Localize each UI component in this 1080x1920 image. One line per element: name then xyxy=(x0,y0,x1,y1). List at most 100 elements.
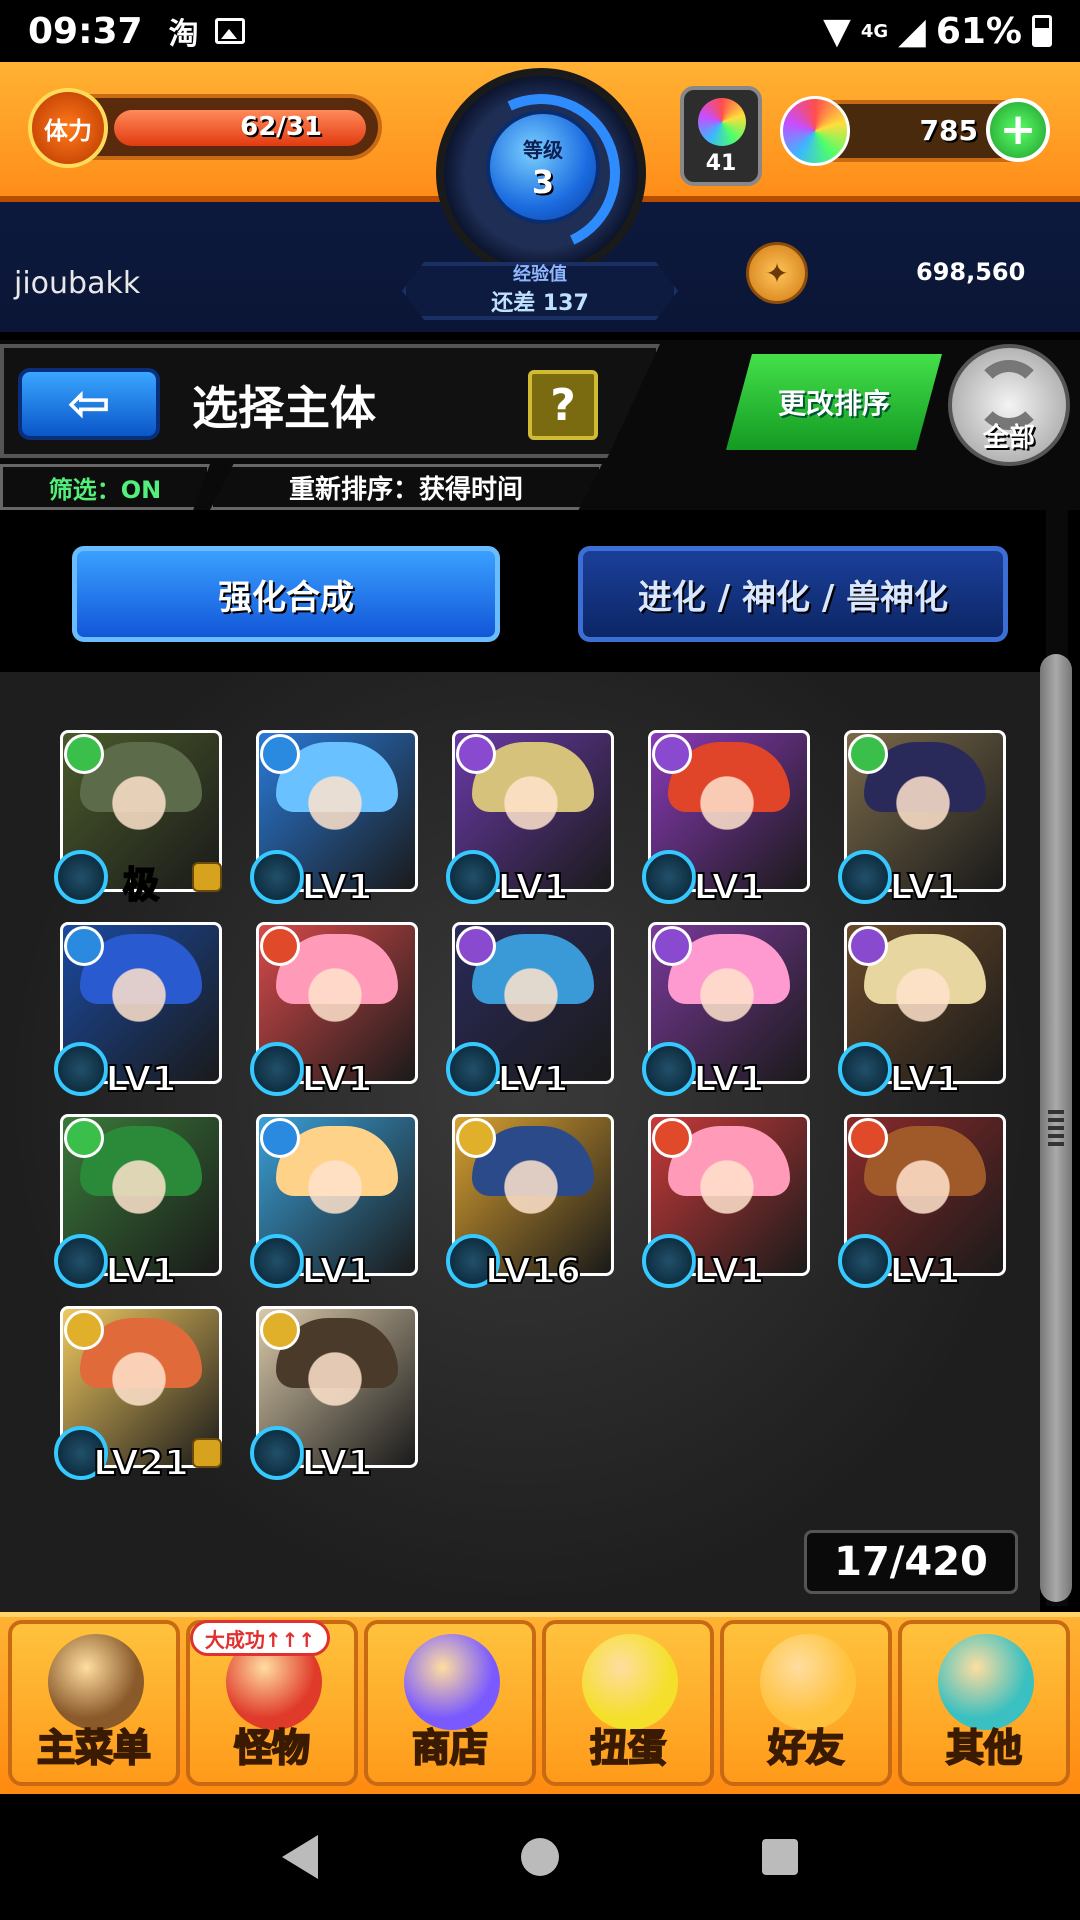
monster-card[interactable]: LV1 xyxy=(838,922,1006,1101)
title-area: ⇦ 选择主体 ? 筛选：ON 重新排序：获得时间 更改排序 全部 xyxy=(0,340,1080,510)
nav-label: 好友 xyxy=(767,1725,845,1771)
monster-card[interactable]: LV16 xyxy=(446,1114,614,1293)
back-triangle-icon[interactable] xyxy=(281,1835,318,1879)
monster-card[interactable]: LV1 xyxy=(642,922,810,1101)
gate-icon xyxy=(48,1634,144,1730)
monster-face xyxy=(294,1338,376,1420)
monster-face xyxy=(98,762,180,844)
nav-item-egg[interactable]: 扭蛋 xyxy=(542,1620,714,1786)
orb-icon xyxy=(404,1634,500,1730)
monster-face xyxy=(490,1146,572,1228)
monster-level: LV1 xyxy=(889,1058,962,1101)
monster-level: LV1 xyxy=(497,1058,570,1101)
monster-level: LV1 xyxy=(693,1250,766,1293)
gem-jar[interactable]: 41 xyxy=(680,86,762,186)
wood-element-icon xyxy=(848,734,888,774)
monster-level: LV1 xyxy=(301,1442,374,1485)
monster-face xyxy=(882,1146,964,1228)
monster-face xyxy=(98,1146,180,1228)
level-ring[interactable]: 等级 3 xyxy=(436,68,646,278)
home-circle-icon[interactable] xyxy=(520,1838,559,1876)
stamina-label: 体力 xyxy=(44,116,92,145)
monster-face xyxy=(490,762,572,844)
great-success-badge: 大成功↑↑↑ xyxy=(190,1620,330,1656)
orb-icon xyxy=(780,96,850,166)
monster-face xyxy=(294,954,376,1036)
exp-remaining: 还差 137 xyxy=(491,291,589,316)
monster-card[interactable]: LV1 xyxy=(54,1114,222,1293)
battery-icon xyxy=(1032,15,1052,47)
coin-icon: ✦ xyxy=(746,242,808,304)
change-sort-button[interactable]: 更改排序 xyxy=(726,354,942,450)
monster-face xyxy=(98,954,180,1036)
monster-card[interactable]: LV1 xyxy=(250,922,418,1101)
dark-element-icon xyxy=(848,926,888,966)
recents-square-icon[interactable] xyxy=(762,1839,799,1875)
monster-face xyxy=(686,1146,768,1228)
monster-level: LV1 xyxy=(693,866,766,909)
monster-card[interactable]: LV1 xyxy=(446,730,614,909)
monster-face xyxy=(294,1146,376,1228)
sort-label[interactable]: 重新排序：获得时间 xyxy=(210,464,602,510)
dark-element-icon xyxy=(652,926,692,966)
monster-face xyxy=(98,1338,180,1420)
lock-icon xyxy=(192,862,222,892)
signal-icon: ◢ xyxy=(898,10,926,52)
nav-item-orb[interactable]: 商店 xyxy=(364,1620,536,1786)
water-element-icon xyxy=(260,1118,300,1158)
monster-level: LV1 xyxy=(301,1058,374,1101)
dark-element-icon xyxy=(456,734,496,774)
back-arrow-icon: ⇦ xyxy=(67,374,111,434)
monster-face xyxy=(686,954,768,1036)
light-element-icon xyxy=(64,1310,104,1350)
nav-label: 主菜单 xyxy=(36,1725,152,1771)
monster-card[interactable]: LV1 xyxy=(250,1306,418,1485)
monster-level: LV16 xyxy=(484,1250,582,1293)
power-up-button[interactable]: 强化合成 xyxy=(72,546,500,642)
monster-card[interactable]: 极 xyxy=(54,730,222,907)
dark-element-icon xyxy=(456,926,496,966)
water-element-icon xyxy=(64,926,104,966)
all-refresh-button[interactable]: 全部 xyxy=(948,344,1070,466)
wifi-icon: ▼ xyxy=(823,10,851,52)
clock: 09:37 xyxy=(28,10,143,52)
back-button[interactable]: ⇦ xyxy=(18,368,160,440)
light-element-icon xyxy=(260,1310,300,1350)
status-bar: 09:37 淘 ▼ 4G ◢ 61% xyxy=(0,0,1080,62)
monster-card[interactable]: LV1 xyxy=(54,922,222,1101)
exp-panel: 经验值 还差 137 xyxy=(402,262,678,320)
help-button[interactable]: ? xyxy=(528,370,598,440)
filter-toggle[interactable]: 筛选：ON xyxy=(0,464,210,510)
nav-item-friends[interactable]: 好友 xyxy=(720,1620,892,1786)
fire-element-icon xyxy=(652,1118,692,1158)
evolve-button[interactable]: 进化 / 神化 / 兽神化 xyxy=(578,546,1008,642)
nav-label: 商店 xyxy=(411,1725,489,1771)
stamina-value: 62/31 xyxy=(240,112,322,142)
android-nav-bar xyxy=(0,1794,1080,1920)
monster-level: LV1 xyxy=(889,1250,962,1293)
monster-level: LV1 xyxy=(301,866,374,909)
nav-label: 扭蛋 xyxy=(589,1725,667,1771)
stamina-bar[interactable]: 体力 62/31 xyxy=(28,88,382,168)
monster-card[interactable]: LV1 xyxy=(250,730,418,909)
monster-level: LV1 xyxy=(497,866,570,909)
monster-level: LV1 xyxy=(889,866,962,909)
egg-icon xyxy=(582,1634,678,1730)
monster-card[interactable]: LV1 xyxy=(446,922,614,1101)
light-element-icon xyxy=(456,1118,496,1158)
monster-card[interactable]: LV1 xyxy=(838,1114,1006,1293)
monster-card[interactable]: LV21 xyxy=(54,1306,222,1485)
nav-item-other[interactable]: 其他 xyxy=(898,1620,1070,1786)
nav-item-gate[interactable]: 主菜单 xyxy=(8,1620,180,1786)
page-title: 选择主体 xyxy=(192,381,376,435)
gem-icon xyxy=(698,98,746,146)
water-element-icon xyxy=(260,734,300,774)
add-orb-button[interactable]: + xyxy=(986,98,1050,162)
orb-count: 785 xyxy=(919,114,978,147)
level-label: 等级 xyxy=(523,137,563,162)
monster-card[interactable]: LV1 xyxy=(642,1114,810,1293)
monster-card[interactable]: LV1 xyxy=(838,730,1006,909)
exp-label: 经验值 xyxy=(513,264,567,285)
monster-card[interactable]: LV1 xyxy=(642,730,810,909)
monster-card[interactable]: LV1 xyxy=(250,1114,418,1293)
